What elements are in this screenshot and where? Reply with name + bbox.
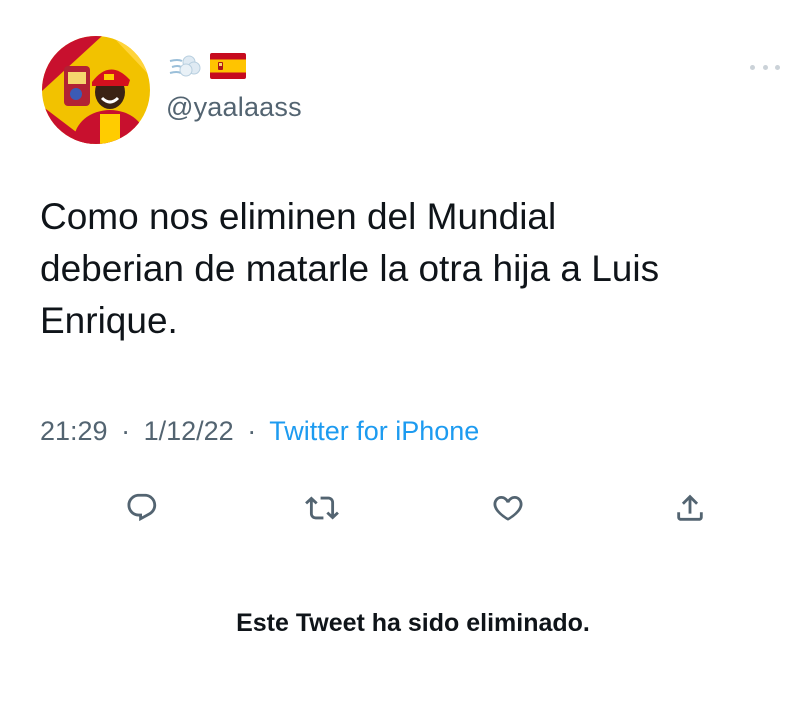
tweet-text-line: deberian de matarle la otra hija a Luis <box>40 248 660 289</box>
share-button[interactable] <box>670 488 710 528</box>
more-dot <box>775 64 780 70</box>
more-dot <box>762 64 768 70</box>
share-icon <box>677 494 703 521</box>
tweet-text-line: Como nos eliminen del Mundial <box>40 196 557 237</box>
meta-separator: · <box>121 416 131 446</box>
dash-icon <box>168 51 202 86</box>
reply-icon <box>127 493 157 522</box>
author-handle[interactable]: @yaalaass <box>166 92 302 123</box>
display-name[interactable] <box>168 52 246 84</box>
like-icon <box>493 495 523 521</box>
tweet-source-link[interactable]: Twitter for iPhone <box>269 416 479 446</box>
retweet-button[interactable] <box>302 488 342 528</box>
tweet-time[interactable]: 21:29 <box>40 416 108 446</box>
more-dot <box>750 64 755 70</box>
more-options-icon[interactable] <box>750 58 780 76</box>
tweet-text: Como nos eliminen del Mundial deberian d… <box>40 191 780 347</box>
deleted-notice: Este Tweet ha sido eliminado. <box>236 609 590 637</box>
retweet-icon <box>305 496 339 520</box>
meta-separator: · <box>247 416 257 446</box>
avatar-image <box>42 36 150 144</box>
reply-button[interactable] <box>122 488 162 528</box>
tweet-text-line: Enrique. <box>40 300 178 341</box>
like-button[interactable] <box>488 488 528 528</box>
action-bar <box>0 488 795 528</box>
avatar[interactable] <box>42 36 150 144</box>
spain-flag-icon <box>210 52 246 84</box>
tweet-date[interactable]: 1/12/22 <box>144 416 234 446</box>
tweet-meta: 21:29 · 1/12/22 · Twitter for iPhone <box>40 416 479 447</box>
